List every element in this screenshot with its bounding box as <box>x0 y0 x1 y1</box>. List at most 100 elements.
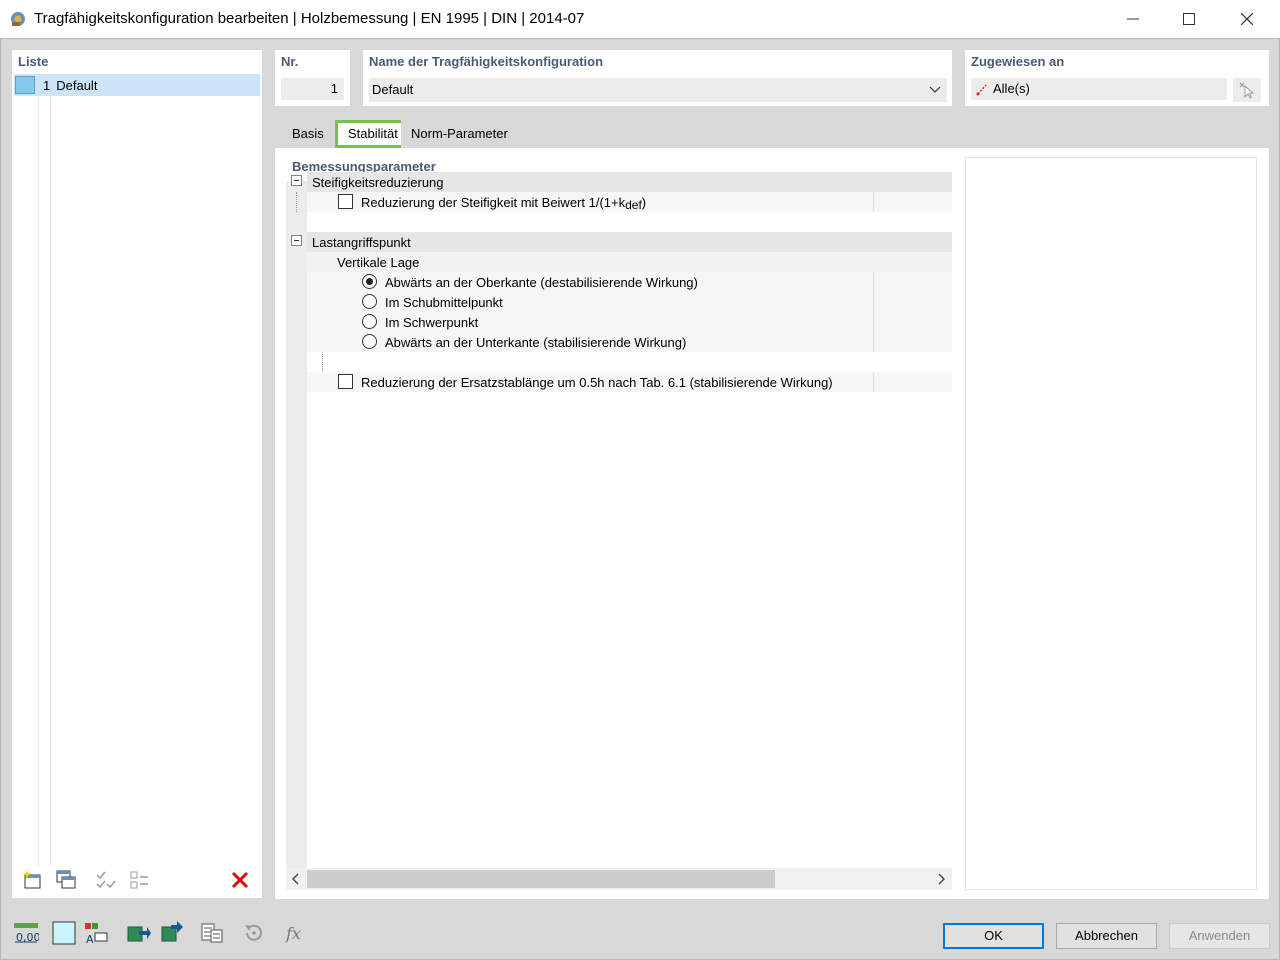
member-icon <box>976 84 987 96</box>
list-panel: Liste 1 Default <box>12 50 262 898</box>
list-item-name: Default <box>56 77 98 93</box>
list-item[interactable]: 1 Default <box>14 74 260 96</box>
check-all-icon <box>96 871 116 889</box>
collapse-stiffness-toggle[interactable] <box>291 175 302 186</box>
cancel-button[interactable]: Abbrechen <box>1056 923 1157 949</box>
tree-row-radio-bottom-edge: Abwärts an der Unterkante (stabilisieren… <box>307 332 952 352</box>
check-all-button[interactable] <box>92 867 120 893</box>
scrollbar-thumb[interactable] <box>307 870 775 888</box>
close-button[interactable] <box>1218 0 1276 38</box>
pick-cursor-icon <box>1239 82 1255 99</box>
tree-subgroup-vertical-position: Vertikale Lage <box>307 252 952 272</box>
horizontal-scrollbar[interactable] <box>286 868 952 890</box>
select-members-button[interactable] <box>1233 78 1261 102</box>
tree-row-stiffness-option: Reduzierung der Steifigkeit mit Beiwert … <box>307 192 952 212</box>
maximize-button[interactable] <box>1160 0 1218 38</box>
list-label: Liste <box>18 54 49 69</box>
tab-content: Bemessungsparameter Steifigkeitsreduzier… <box>275 148 1269 899</box>
number-label: Nr. <box>281 54 299 69</box>
tree-row-radio-top-edge: Abwärts an der Oberkante (destabilisiere… <box>307 272 952 292</box>
list-divider <box>50 96 51 866</box>
stiffness-label: Steifigkeitsreduzierung <box>312 174 444 190</box>
ok-button[interactable]: OK <box>943 923 1044 949</box>
title-bar: Tragfähigkeitskonfiguration bearbeiten |… <box>0 0 1280 38</box>
tree-group-load-point: Lastangriffspunkt <box>307 232 952 252</box>
svg-text:fx: fx <box>285 924 301 943</box>
tree-row-radio-centroid: Im Schwerpunkt <box>307 312 952 332</box>
stiffness-reduction-label: Reduzierung der Steifigkeit mit Beiwert … <box>361 194 647 212</box>
color-swatch <box>15 76 35 94</box>
name-label: Name der Tragfähigkeitskonfiguration <box>369 54 604 69</box>
tab-stabilitaet[interactable]: Stabilität <box>335 120 411 148</box>
table-button[interactable] <box>197 919 227 947</box>
close-icon <box>1241 13 1253 25</box>
reset-button[interactable] <box>239 919 269 947</box>
uncheck-all-icon <box>130 871 148 889</box>
assigned-group: Zugewiesen an Alle(s) <box>965 50 1269 106</box>
formula-icon: fx <box>285 924 301 943</box>
number-field-group: Nr. 1 <box>275 50 350 106</box>
copy-item-icon <box>56 870 76 889</box>
export-button[interactable] <box>157 919 187 947</box>
tab-basis[interactable]: Basis <box>282 120 334 148</box>
import-icon <box>127 926 151 942</box>
radio-shear-center-label: Im Schubmittelpunkt <box>385 294 503 310</box>
radio-centroid-label: Im Schwerpunkt <box>385 314 479 330</box>
apply-button[interactable]: Anwenden <box>1169 923 1270 949</box>
scroll-left-icon[interactable] <box>289 872 303 886</box>
radio-bottom-edge[interactable] <box>362 334 377 349</box>
color-box-button[interactable] <box>49 919 79 947</box>
column-separator <box>873 312 874 332</box>
display-icon: A <box>85 923 108 945</box>
uncheck-all-button[interactable] <box>126 867 154 893</box>
delete-button[interactable] <box>226 867 254 893</box>
scroll-right-icon[interactable] <box>934 872 948 886</box>
import-button[interactable] <box>123 919 153 947</box>
copy-item-button[interactable] <box>52 867 80 893</box>
name-combobox[interactable]: Default <box>369 78 947 102</box>
formula-button[interactable]: fx <box>281 919 311 947</box>
dialog-body: Liste 1 Default Nr. 1 Name der Tragfähig… <box>0 38 1280 960</box>
column-separator <box>873 332 874 352</box>
tab-norm-parameter[interactable]: Norm-Parameter <box>401 120 518 148</box>
radio-top-edge-label: Abwärts an der Oberkante (destabilisiere… <box>385 274 698 290</box>
info-panel <box>965 157 1257 890</box>
name-field-group: Name der Tragfähigkeitskonfiguration Def… <box>363 50 952 106</box>
svg-text:A: A <box>86 933 94 945</box>
assigned-label: Zugewiesen an <box>971 54 1065 69</box>
new-item-button[interactable] <box>18 867 46 893</box>
column-separator <box>873 372 874 392</box>
units-button[interactable]: 0,00 <box>11 919 41 947</box>
minimize-button[interactable] <box>1104 0 1162 38</box>
column-separator <box>873 192 874 212</box>
number-field: 1 <box>281 78 344 100</box>
radio-centroid[interactable] <box>362 314 377 329</box>
collapse-load-point-toggle[interactable] <box>291 235 302 246</box>
units-icon: 0,00 <box>14 923 39 944</box>
radio-top-edge[interactable] <box>362 274 377 289</box>
vertical-position-label: Vertikale Lage <box>337 254 420 270</box>
tree-group-stiffness: Steifigkeitsreduzierung <box>307 172 952 192</box>
radio-shear-center[interactable] <box>362 294 377 309</box>
tree-row-length-reduction: Reduzierung der Ersatzstablänge um 0.5h … <box>307 372 952 392</box>
maximize-icon <box>1183 13 1195 25</box>
stiffness-reduction-checkbox[interactable] <box>338 194 353 209</box>
length-reduction-checkbox[interactable] <box>338 374 353 389</box>
window-title: Tragfähigkeitskonfiguration bearbeiten |… <box>34 10 585 27</box>
delete-icon <box>231 871 249 889</box>
app-icon <box>11 12 25 26</box>
design-parameters-tree: Bemessungsparameter Steifigkeitsreduzier… <box>286 157 952 890</box>
list-toolbar <box>12 864 262 898</box>
reset-icon <box>245 924 262 941</box>
tree-row-radio-shear-center: Im Schubmittelpunkt <box>307 292 952 312</box>
tree-gutter <box>286 181 307 868</box>
radio-bottom-edge-label: Abwärts an der Unterkante (stabilisieren… <box>385 334 687 350</box>
color-box-icon <box>52 921 76 945</box>
minimize-icon <box>1127 18 1139 20</box>
display-button[interactable]: A <box>81 919 111 947</box>
table-icon <box>201 923 223 943</box>
column-separator <box>873 292 874 312</box>
list-item-number: 1 <box>43 77 51 93</box>
column-separator <box>873 272 874 292</box>
tree-connector <box>296 192 297 212</box>
